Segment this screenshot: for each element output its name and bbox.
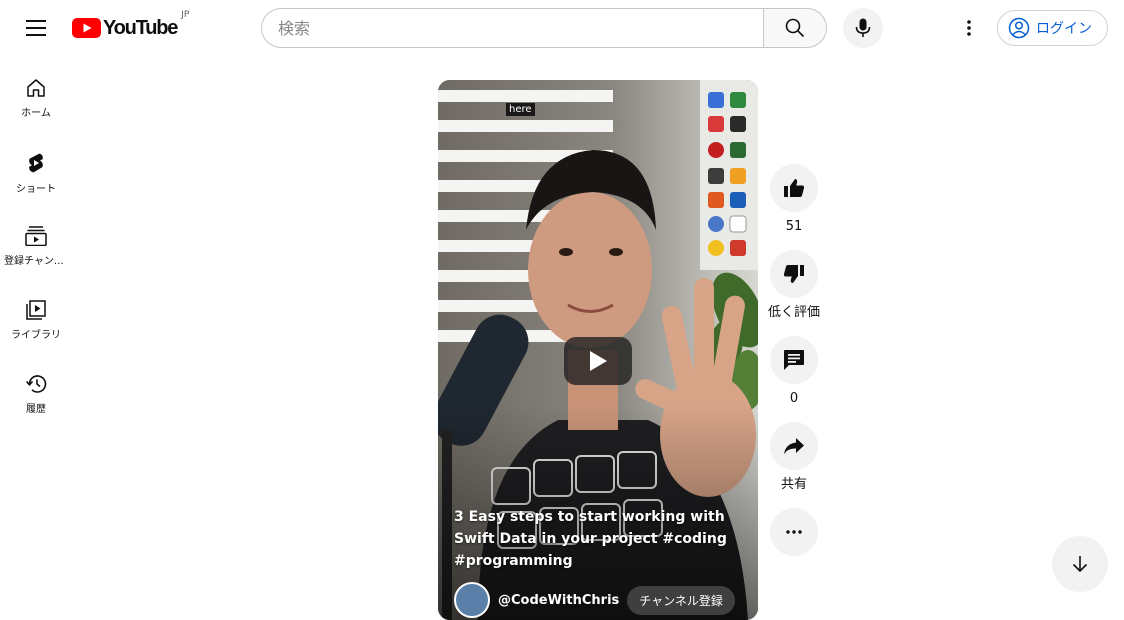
sidebar-item-label: ショート bbox=[16, 184, 56, 195]
mini-guide-sidebar: ホーム ショート 登録チャンネル ライブラリ 履歴 bbox=[0, 56, 72, 426]
login-button[interactable]: ログイン bbox=[997, 10, 1108, 46]
hamburger-icon bbox=[26, 20, 46, 36]
home-icon bbox=[27, 79, 45, 97]
like-action: 51 bbox=[770, 164, 818, 236]
search-input[interactable] bbox=[261, 8, 764, 48]
search-button[interactable] bbox=[763, 8, 827, 48]
subscribe-button[interactable]: チャンネル登録 bbox=[627, 585, 735, 615]
comments-button[interactable] bbox=[770, 336, 818, 384]
sidebar-item-label: ライブラリ bbox=[11, 330, 61, 341]
account-icon bbox=[1008, 17, 1030, 39]
shorts-icon bbox=[29, 153, 43, 173]
share-action: 共有 bbox=[770, 422, 818, 494]
logo-text: YouTube bbox=[103, 16, 178, 39]
sidebar-item-label: 登録チャンネル bbox=[4, 256, 68, 267]
logo-country-code: JP bbox=[181, 10, 190, 20]
sidebar-item-shorts[interactable]: ショート bbox=[0, 130, 72, 204]
youtube-logo[interactable]: YouTube JP bbox=[72, 10, 189, 40]
settings-more-button[interactable] bbox=[949, 8, 989, 48]
subscriptions-icon bbox=[25, 226, 47, 246]
sidebar-item-library[interactable]: ライブラリ bbox=[0, 278, 72, 352]
menu-button[interactable] bbox=[16, 8, 56, 48]
like-button[interactable] bbox=[770, 164, 818, 212]
library-icon bbox=[26, 300, 46, 320]
sidebar-item-label: 履歴 bbox=[26, 404, 46, 415]
comment-count: 0 bbox=[789, 391, 799, 406]
share-label: 共有 bbox=[780, 477, 807, 492]
search-icon bbox=[785, 18, 805, 38]
microphone-icon bbox=[855, 18, 871, 37]
top-header: YouTube JP ログイン bbox=[0, 0, 1124, 56]
shorts-video-player[interactable]: here 3 Easy steps to start working with … bbox=[438, 80, 758, 620]
dislike-action: 低く評価 bbox=[768, 250, 820, 322]
vertical-dots-icon bbox=[967, 20, 971, 36]
horizontal-dots-icon bbox=[786, 530, 802, 534]
more-options-button[interactable] bbox=[770, 508, 818, 556]
thumbs-down-icon bbox=[783, 265, 804, 283]
voice-search-button[interactable] bbox=[843, 8, 883, 48]
share-icon bbox=[784, 438, 804, 454]
sidebar-item-history[interactable]: 履歴 bbox=[0, 352, 72, 426]
dislike-label: 低く評価 bbox=[767, 305, 820, 320]
channel-name[interactable]: @CodeWithChris bbox=[498, 593, 619, 608]
sidebar-item-subscriptions[interactable]: 登録チャンネル bbox=[0, 204, 72, 278]
more-action bbox=[770, 508, 818, 556]
history-icon bbox=[25, 375, 47, 393]
sidebar-item-label: ホーム bbox=[21, 108, 51, 119]
comment-action: 0 bbox=[770, 336, 818, 408]
arrow-down-icon bbox=[1072, 556, 1088, 573]
login-label: ログイン bbox=[1036, 21, 1092, 37]
caption-overlay: here bbox=[506, 103, 535, 116]
video-title[interactable]: 3 Easy steps to start working with Swift… bbox=[454, 506, 746, 572]
thumbs-up-icon bbox=[784, 179, 805, 197]
shorts-action-bar: 51 低く評価 0 共有 bbox=[768, 164, 820, 556]
play-button[interactable] bbox=[564, 337, 632, 385]
next-video-button[interactable] bbox=[1052, 536, 1108, 592]
dislike-button[interactable] bbox=[770, 250, 818, 298]
channel-row: @CodeWithChris チャンネル登録 bbox=[454, 582, 735, 618]
comment-icon bbox=[784, 350, 804, 370]
youtube-play-icon bbox=[72, 18, 101, 38]
like-count: 51 bbox=[785, 219, 803, 234]
play-icon bbox=[590, 351, 607, 371]
avatar[interactable] bbox=[454, 582, 490, 618]
share-button[interactable] bbox=[770, 422, 818, 470]
sidebar-item-home[interactable]: ホーム bbox=[0, 56, 72, 130]
